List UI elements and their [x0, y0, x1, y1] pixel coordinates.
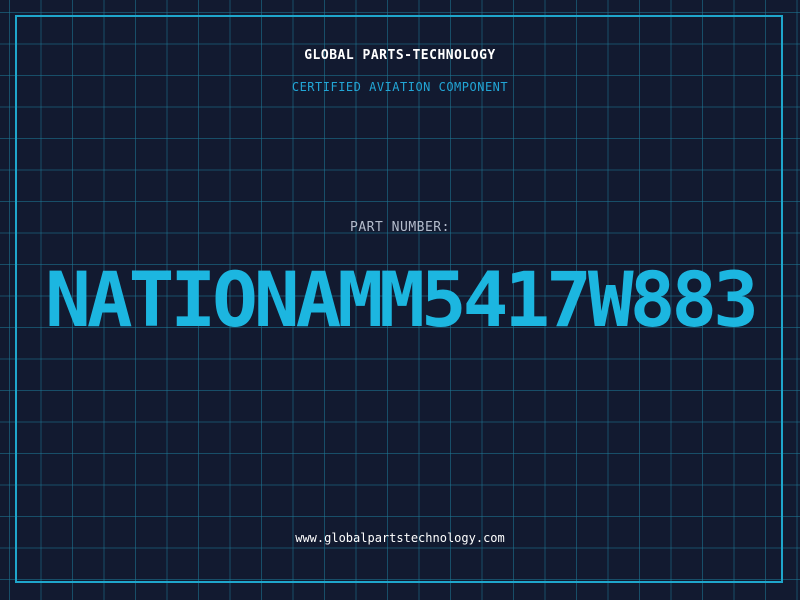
part-number-value: NATIONAMM5417W883 — [45, 255, 759, 344]
website-url: www.globalpartstechnology.com — [295, 531, 505, 545]
company-name: GLOBAL PARTS-TECHNOLOGY — [304, 48, 496, 63]
certification-subtitle: CERTIFIED AVIATION COMPONENT — [291, 80, 509, 94]
part-number-label: PART NUMBER: — [350, 220, 450, 235]
